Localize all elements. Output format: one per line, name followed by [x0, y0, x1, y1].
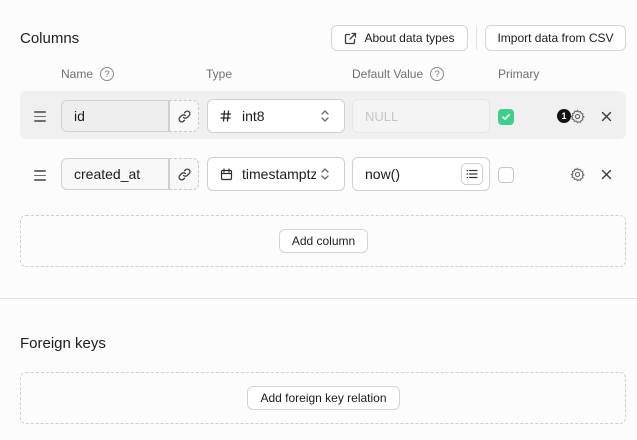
column-type-select[interactable]: timestamptz — [207, 157, 345, 191]
link-icon — [177, 109, 191, 123]
external-link-icon — [344, 32, 357, 45]
chevron-up-down-icon — [320, 167, 330, 184]
primary-key-checkbox[interactable] — [498, 167, 514, 183]
calendar-icon — [220, 167, 234, 181]
link-icon — [177, 167, 191, 181]
help-icon[interactable]: ? — [430, 67, 445, 81]
hash-icon — [220, 110, 234, 122]
help-icon[interactable]: ? — [100, 67, 115, 81]
column-name-input[interactable]: created_at — [61, 158, 169, 190]
name-header-label: Name — [61, 67, 94, 81]
header-separator — [476, 26, 477, 50]
type-column-header: Type — [206, 67, 232, 81]
primary-key-checkbox[interactable] — [498, 109, 514, 125]
default-value-column-header: Default Value ? — [352, 67, 445, 81]
list-icon — [466, 169, 478, 179]
type-header-label: Type — [206, 67, 233, 81]
default-value-text: now() — [365, 166, 401, 182]
default-value-header-label: Default Value — [352, 67, 424, 81]
add-column-button[interactable]: Add column — [279, 229, 368, 253]
drag-handle-icon[interactable] — [34, 170, 46, 184]
import-csv-button[interactable]: Import data from CSV — [485, 25, 626, 51]
notification-badge: 1 — [557, 109, 571, 123]
close-icon[interactable] — [598, 108, 614, 124]
about-data-types-button[interactable]: About data types — [331, 25, 468, 51]
import-csv-label: Import data from CSV — [497, 31, 614, 45]
section-divider — [0, 298, 637, 299]
gear-icon[interactable] — [569, 166, 585, 182]
gear-icon[interactable] — [569, 108, 585, 124]
drag-handle-icon[interactable] — [34, 111, 46, 125]
add-foreign-key-label: Add foreign key relation — [260, 391, 387, 405]
column-name-input[interactable]: id — [61, 100, 169, 132]
primary-column-header: Primary — [498, 67, 539, 81]
primary-header-label: Primary — [498, 67, 540, 81]
column-type-value: int8 — [242, 108, 265, 124]
columns-title: Columns — [20, 30, 80, 47]
foreign-key-link-button[interactable] — [169, 158, 199, 190]
foreign-keys-title: Foreign keys — [20, 335, 106, 352]
default-value-placeholder: NULL — [365, 108, 399, 124]
about-data-types-label: About data types — [364, 31, 455, 45]
name-column-header: Name ? — [61, 67, 115, 81]
add-column-label: Add column — [291, 234, 356, 248]
check-icon — [501, 112, 511, 122]
default-value-input[interactable]: NULL — [352, 99, 490, 133]
chevron-up-down-icon — [320, 109, 330, 126]
column-type-select[interactable]: int8 — [207, 99, 345, 133]
default-value-input[interactable]: now() — [352, 157, 490, 191]
close-icon[interactable] — [598, 166, 614, 182]
suggestions-list-button[interactable] — [461, 163, 483, 185]
column-type-value: timestamptz — [242, 166, 316, 182]
add-foreign-key-button[interactable]: Add foreign key relation — [247, 386, 400, 410]
foreign-key-link-button[interactable] — [169, 100, 199, 132]
